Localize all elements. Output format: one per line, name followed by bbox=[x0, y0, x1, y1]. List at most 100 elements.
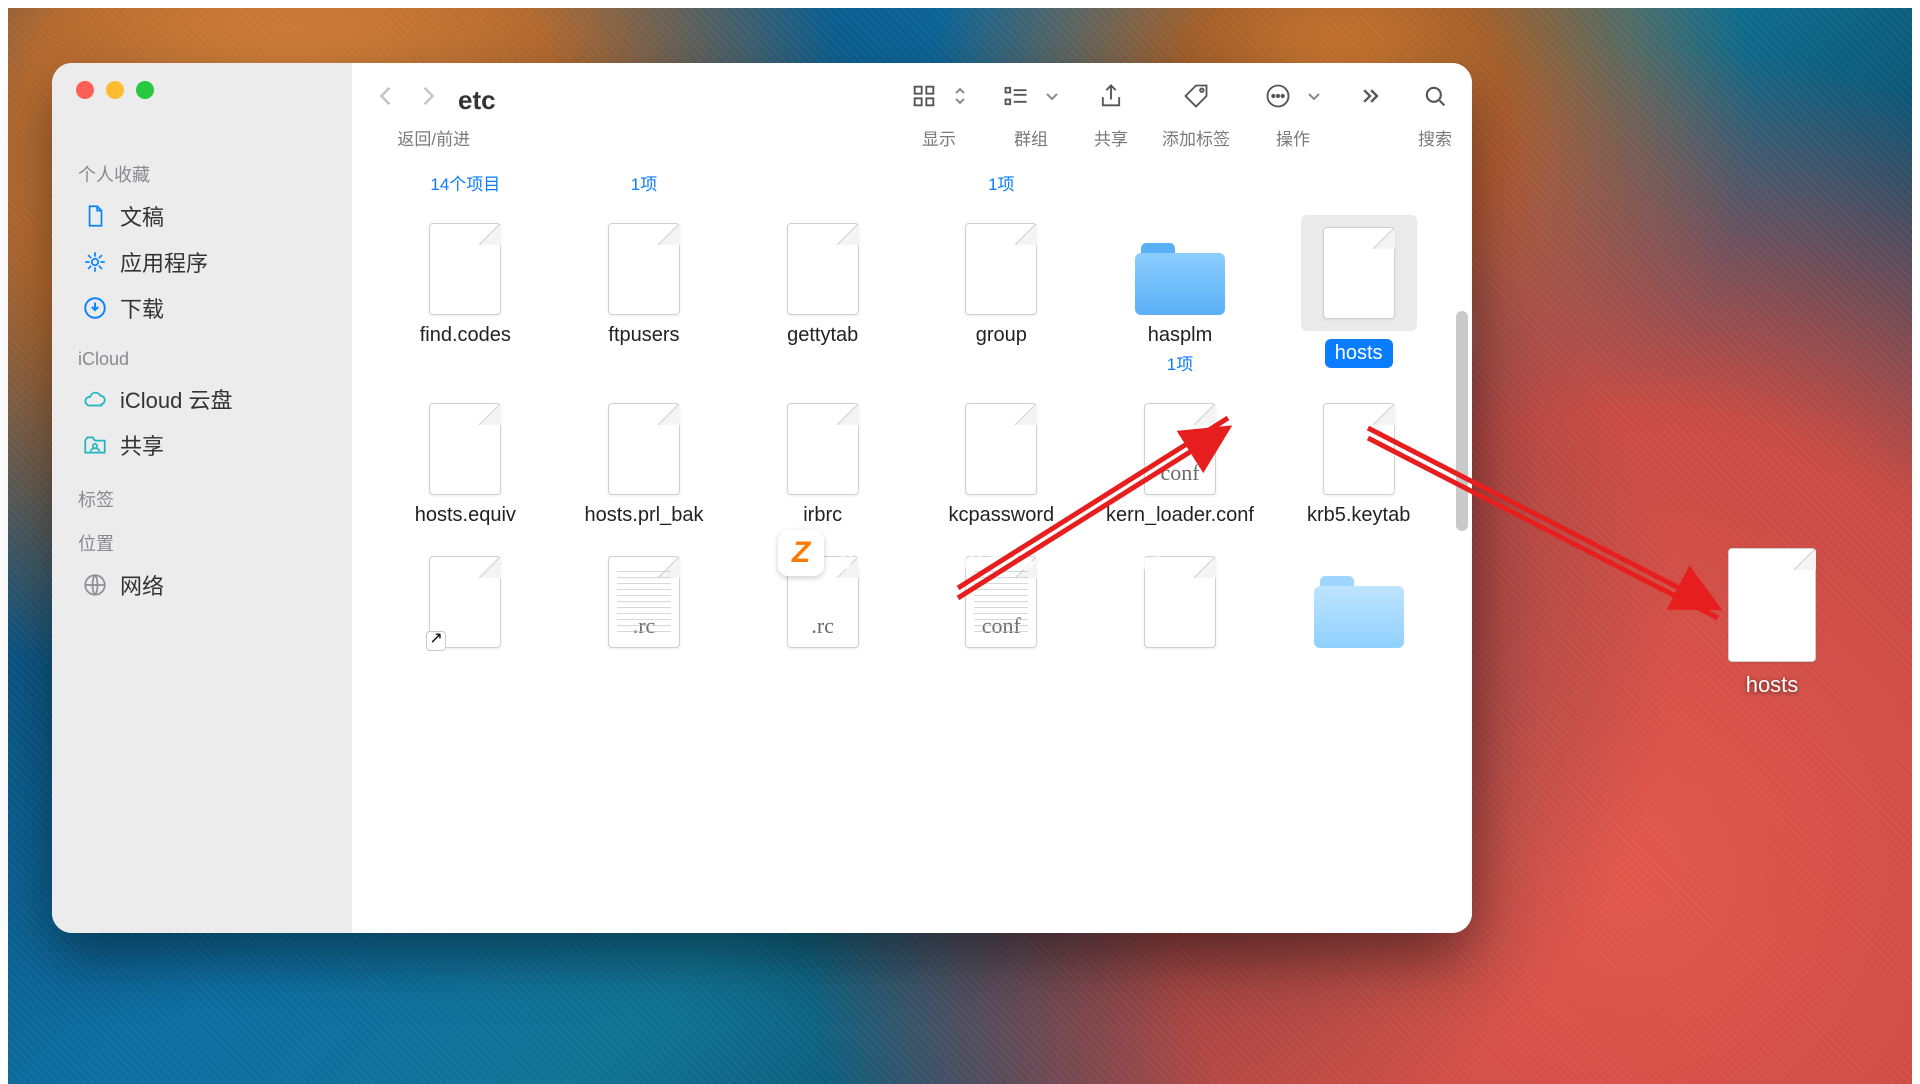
file-item[interactable]: irbrc bbox=[733, 395, 912, 528]
file-item[interactable]: ftpusers bbox=[555, 215, 734, 375]
file-name: krb5.keytab bbox=[1307, 503, 1410, 528]
file-name: gettytab bbox=[787, 323, 858, 348]
file-name: ftpusers bbox=[608, 323, 679, 348]
file-icon: conf bbox=[1144, 403, 1216, 495]
toolbar-label-more bbox=[1368, 125, 1373, 145]
file-icon bbox=[1323, 227, 1395, 319]
file-icon: .rc bbox=[608, 556, 680, 648]
file-subtitle: 1项 bbox=[988, 171, 1014, 195]
file-item[interactable]: device.json bbox=[733, 171, 912, 195]
file-item[interactable]: hosts bbox=[1269, 215, 1448, 375]
chevron-down-icon[interactable] bbox=[1044, 88, 1060, 109]
sidebar-item-label: 网络 bbox=[120, 569, 164, 601]
file-icon bbox=[1323, 403, 1395, 495]
file-subtitle: 14个项目 bbox=[430, 171, 500, 195]
sidebar-item-icloud-drive[interactable]: iCloud 云盘 bbox=[70, 376, 334, 422]
file-item[interactable]: cups14个项目 bbox=[376, 171, 555, 195]
file-thumb bbox=[415, 395, 515, 495]
file-grid-container: cups14个项目defaults1项device.jsonemond.d1项e… bbox=[352, 171, 1472, 933]
file-thumb bbox=[415, 215, 515, 315]
finder-main: etc 返回/前进 显示 群组 bbox=[352, 63, 1472, 933]
chevron-updown-icon[interactable] bbox=[952, 84, 968, 113]
file-thumb: .rc bbox=[773, 548, 873, 648]
shared-folder-icon bbox=[82, 431, 108, 459]
app-icon bbox=[82, 248, 108, 276]
file-icon bbox=[429, 403, 501, 495]
desktop-file-hosts[interactable]: hosts bbox=[1728, 548, 1816, 698]
toolbar-label-group: 群组 bbox=[1014, 125, 1048, 150]
desktop-file-label: hosts bbox=[1746, 672, 1799, 698]
file-item[interactable]: krb5.keytab bbox=[1269, 395, 1448, 528]
file-name: irbrc bbox=[803, 503, 842, 528]
more-button[interactable] bbox=[1356, 82, 1384, 115]
file-thumb bbox=[1130, 215, 1230, 315]
file-name: kern_loader.conf bbox=[1106, 503, 1254, 528]
fullscreen-button[interactable] bbox=[136, 81, 154, 99]
file-icon: conf bbox=[965, 556, 1037, 648]
sidebar-item-applications[interactable]: 应用程序 bbox=[70, 239, 334, 285]
file-item[interactable] bbox=[1269, 548, 1448, 656]
sidebar-item-downloads[interactable]: 下载 bbox=[70, 285, 334, 331]
close-button[interactable] bbox=[76, 81, 94, 99]
action-button[interactable] bbox=[1264, 82, 1292, 115]
file-thumb bbox=[594, 395, 694, 495]
file-thumb: ↗ bbox=[415, 548, 515, 648]
share-button[interactable] bbox=[1097, 82, 1125, 115]
file-icon: ↗ bbox=[429, 556, 501, 648]
file-thumb bbox=[773, 395, 873, 495]
file-thumb bbox=[1301, 215, 1417, 331]
sidebar-heading-tags: 标签 bbox=[78, 486, 334, 512]
toolbar-label-view: 显示 bbox=[922, 125, 956, 150]
file-name: hasplm bbox=[1148, 323, 1212, 348]
desktop: 个人收藏 文稿 应用程序 下载 bbox=[0, 0, 1920, 1084]
file-item[interactable]: kcpassword bbox=[912, 395, 1091, 528]
file-item[interactable]: .rc bbox=[555, 548, 734, 656]
file-name: hosts.equiv bbox=[415, 503, 516, 528]
sidebar-item-label: iCloud 云盘 bbox=[120, 383, 232, 415]
file-icon bbox=[787, 403, 859, 495]
scrollbar-thumb[interactable] bbox=[1456, 311, 1468, 531]
group-button[interactable] bbox=[1002, 82, 1030, 115]
file-thumb: conf bbox=[1130, 395, 1230, 495]
sidebar-item-documents[interactable]: 文稿 bbox=[70, 193, 334, 239]
file-item[interactable]: exports bbox=[1091, 171, 1270, 195]
folder-icon bbox=[1314, 576, 1404, 648]
minimize-button[interactable] bbox=[106, 81, 124, 99]
view-mode-button[interactable] bbox=[910, 82, 938, 115]
file-icon bbox=[1728, 548, 1816, 662]
file-name: find.codes bbox=[420, 323, 511, 348]
sidebar-heading-locations: 位置 bbox=[78, 530, 334, 556]
file-item[interactable]: hosts.equiv bbox=[376, 395, 555, 528]
file-thumb bbox=[1309, 548, 1409, 648]
toolbar-label-share: 共享 bbox=[1094, 125, 1128, 150]
file-item[interactable] bbox=[1091, 548, 1270, 656]
file-item[interactable]: emond.d1项 bbox=[912, 171, 1091, 195]
file-item[interactable]: conf kern_loader.conf bbox=[1091, 395, 1270, 528]
toolbar: etc 返回/前进 显示 群组 bbox=[352, 63, 1472, 171]
tags-button[interactable] bbox=[1182, 82, 1210, 115]
file-item[interactable]: gettytab bbox=[733, 215, 912, 375]
file-item[interactable]: ↗ bbox=[376, 548, 555, 656]
file-item[interactable]: hasplm1项 bbox=[1091, 215, 1270, 375]
file-name: kcpassword bbox=[949, 503, 1055, 528]
back-button[interactable] bbox=[372, 82, 400, 115]
sidebar-heading-icloud: iCloud bbox=[78, 349, 334, 370]
chevron-down-icon[interactable] bbox=[1306, 88, 1322, 109]
file-item[interactable]: exports.adsk bbox=[1269, 171, 1448, 195]
file-subtitle: 1项 bbox=[631, 171, 657, 195]
file-item[interactable]: find.codes bbox=[376, 215, 555, 375]
file-item[interactable]: defaults1项 bbox=[555, 171, 734, 195]
file-thumb bbox=[951, 395, 1051, 495]
file-item[interactable]: group bbox=[912, 215, 1091, 375]
file-thumb: .rc bbox=[594, 548, 694, 648]
sidebar-item-shared[interactable]: 共享 bbox=[70, 422, 334, 468]
sidebar-item-network[interactable]: 网络 bbox=[70, 562, 334, 608]
sidebar-heading-favorites: 个人收藏 bbox=[78, 161, 334, 187]
file-item[interactable]: hosts.prl_bak bbox=[555, 395, 734, 528]
file-item[interactable]: .rc bbox=[733, 548, 912, 656]
forward-button[interactable] bbox=[414, 82, 442, 115]
file-item[interactable]: conf bbox=[912, 548, 1091, 656]
file-thumb bbox=[951, 215, 1051, 315]
search-button[interactable] bbox=[1421, 82, 1449, 115]
file-icon: .rc bbox=[787, 556, 859, 648]
